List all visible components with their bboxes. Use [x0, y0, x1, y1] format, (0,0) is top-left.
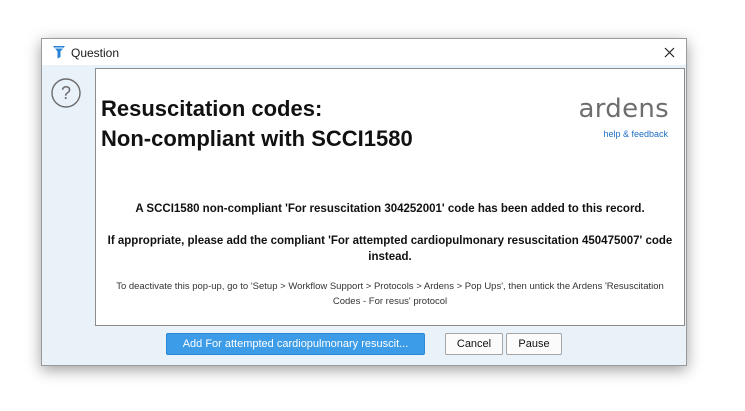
close-icon [664, 47, 674, 57]
message-added: A SCCI1580 non-compliant 'For resuscitat… [135, 203, 645, 215]
svg-text:?: ? [61, 83, 71, 103]
question-dialog: Question ? Resuscitation codes: Non-comp… [41, 38, 687, 366]
title-bar: Question [42, 39, 686, 65]
heading-line-2: Non-compliant with SCCI1580 [101, 126, 413, 151]
close-button[interactable] [652, 39, 686, 65]
filter-funnel-icon [52, 45, 66, 59]
page-title: Resuscitation codes: Non-compliant with … [101, 94, 413, 154]
cancel-button[interactable]: Cancel [445, 333, 503, 355]
help-feedback-link[interactable]: help & feedback [603, 129, 668, 139]
add-code-button[interactable]: Add For attempted cardiopulmonary resusc… [166, 333, 425, 355]
heading-line-1: Resuscitation codes: [101, 96, 323, 121]
message-suggestion: If appropriate, please add the compliant… [107, 235, 673, 263]
question-circle-icon: ? [50, 77, 82, 109]
ardens-logo: ardens [578, 94, 669, 124]
message-panel: Resuscitation codes: Non-compliant with … [95, 68, 685, 326]
deactivate-note: To deactivate this pop-up, go to 'Setup … [116, 281, 664, 307]
pause-button[interactable]: Pause [506, 333, 562, 355]
window-title: Question [71, 46, 120, 60]
